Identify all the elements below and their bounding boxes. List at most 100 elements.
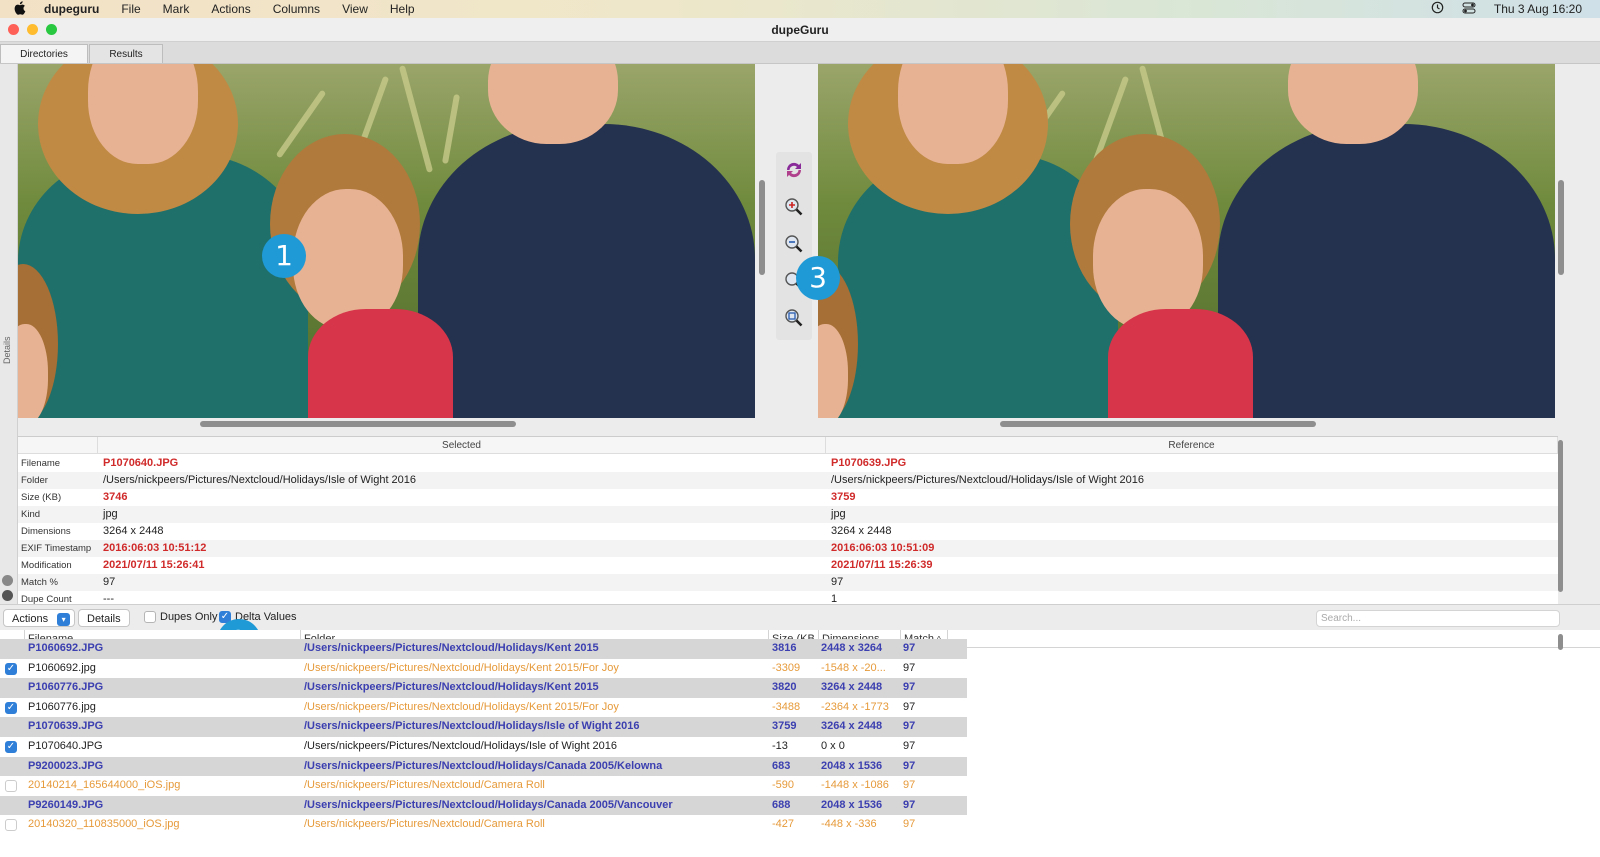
row-size: 3759 (772, 720, 797, 733)
table-vscroll[interactable] (1558, 634, 1563, 650)
minimize-window-button[interactable] (27, 24, 38, 35)
right-image-hscroll[interactable] (1000, 421, 1316, 427)
row-match: 97 (903, 642, 916, 654)
left-image-vscroll[interactable] (759, 180, 765, 275)
details-reference-value: jpg (831, 508, 846, 520)
row-dimensions: -1548 x -20... (821, 661, 886, 674)
tab-directories[interactable]: Directories (0, 44, 88, 63)
row-size: -590 (772, 779, 795, 792)
left-image-hscroll[interactable] (200, 421, 516, 427)
reference-table-row[interactable]: P9260149.JPG/Users/nickpeers/Pictures/Ne… (0, 795, 967, 816)
dupes-only-label: Dupes Only (160, 611, 218, 623)
row-size: -427 (772, 818, 795, 831)
menu-columns[interactable]: Columns (273, 2, 320, 16)
details-reference-value: 3264 x 2448 (831, 525, 892, 537)
details-side-strip[interactable]: Details (0, 64, 18, 604)
row-match: 97 (903, 661, 916, 674)
menu-app-name[interactable]: dupeguru (44, 2, 99, 16)
menu-mark[interactable]: Mark (163, 2, 190, 16)
menubar-clock[interactable]: Thu 3 Aug 16:20 (1494, 2, 1582, 16)
duplicate-table-row[interactable]: ✓ P1070640.JPG/Users/nickpeers/Pictures/N… (0, 737, 967, 757)
row-match: 97 (903, 700, 916, 713)
menu-file[interactable]: File (121, 2, 140, 16)
duplicate-table-row[interactable]: ✓ P1060776.jpg/Users/nickpeers/Pictures/N… (0, 697, 967, 718)
row-dimensions: -448 x -336 (821, 818, 877, 831)
row-mark-cell[interactable]: ✓ (5, 659, 19, 679)
duplicate-table-row[interactable]: 20140320_110835000_iOS.jpg/Users/nickpee… (0, 815, 967, 835)
duplicate-table-row[interactable]: 20140214_165644000_iOS.jpg/Users/nickpee… (0, 776, 967, 796)
details-selected-value: /Users/nickpeers/Pictures/Nextcloud/Holi… (103, 474, 417, 486)
details-selected-value: 3264 x 2448 (103, 525, 164, 537)
right-image-vscroll[interactable] (1558, 180, 1564, 275)
row-size: -3488 (772, 700, 801, 713)
reference-table-row[interactable]: P9200023.JPG/Users/nickpeers/Pictures/Ne… (0, 756, 967, 777)
reference-table-row[interactable]: P1070639.JPG/Users/nickpeers/Pictures/Ne… (0, 717, 967, 737)
row-size: -13 (772, 740, 788, 752)
duplicate-table-row[interactable]: ✓ P1060692.jpg/Users/nickpeers/Pictures/N… (0, 658, 967, 679)
zoom-in-icon[interactable] (781, 194, 807, 220)
row-mark-checkbox[interactable] (5, 780, 17, 793)
details-reference-value: 3759 (831, 491, 856, 503)
details-selected-value: 2021/07/11 15:26:41 (103, 559, 205, 571)
row-dimensions: -1448 x -1086 (821, 779, 889, 792)
row-mark-cell[interactable]: ✓ (5, 698, 19, 718)
tab-results[interactable]: Results (89, 44, 163, 63)
row-dimensions: 0 x 0 (821, 740, 845, 752)
details-row: Folder/Users/nickpeers/Pictures/Nextclou… (18, 472, 1558, 489)
row-folder: /Users/nickpeers/Pictures/Nextcloud/Holi… (304, 720, 640, 733)
row-folder: /Users/nickpeers/Pictures/Nextcloud/Holi… (304, 740, 618, 752)
details-selected-value: P1070640.JPG (103, 457, 179, 469)
row-filename: P1070640.JPG (28, 740, 103, 752)
callout-marker-3: 3 (796, 256, 840, 300)
dupes-only-checkbox[interactable] (144, 611, 156, 624)
details-close-icon[interactable] (2, 590, 13, 601)
reference-image-preview[interactable] (818, 64, 1555, 418)
details-vscroll[interactable] (1558, 440, 1563, 592)
row-size: 3816 (772, 642, 797, 654)
zoom-reset-icon[interactable] (781, 305, 807, 331)
details-key: EXIF Timestamp (21, 543, 92, 554)
control-center-icon[interactable] (1462, 2, 1476, 17)
row-mark-cell[interactable] (5, 815, 19, 839)
reference-table-row[interactable]: P1060692.JPG/Users/nickpeers/Pictures/Ne… (0, 639, 967, 659)
row-mark-checkbox[interactable]: ✓ (5, 701, 17, 714)
time-machine-icon[interactable] (1431, 1, 1444, 17)
zoom-window-button[interactable] (46, 24, 57, 35)
swap-icon[interactable] (781, 157, 807, 183)
actions-dropdown[interactable]: Actions ▾ (3, 609, 76, 627)
details-reference-value: P1070639.JPG (831, 457, 907, 469)
search-input[interactable]: Search... (1316, 610, 1560, 627)
row-filename: P1060776.jpg (28, 700, 96, 713)
reference-table-row[interactable]: P1060776.JPG/Users/nickpeers/Pictures/Ne… (0, 678, 967, 698)
row-mark-cell[interactable]: ✓ (5, 737, 19, 757)
selected-image-preview[interactable] (18, 64, 755, 418)
details-key: Kind (21, 509, 41, 520)
details-key: Dupe Count (21, 594, 72, 604)
row-size: -3309 (772, 661, 801, 674)
zoom-out-icon[interactable] (781, 231, 807, 257)
window-title: dupeGuru (771, 23, 829, 37)
details-side-label: Details (2, 336, 12, 364)
row-filename: P1060776.JPG (28, 681, 104, 694)
row-mark-checkbox[interactable]: ✓ (5, 741, 17, 753)
row-filename: 20140214_165644000_iOS.jpg (28, 779, 181, 792)
dupes-only-toggle[interactable]: Dupes Only (144, 611, 218, 624)
apple-icon[interactable] (14, 0, 28, 18)
close-window-button[interactable] (8, 24, 19, 35)
menu-help[interactable]: Help (390, 2, 415, 16)
details-selected-value: --- (103, 593, 114, 604)
callout-marker-1: 1 (262, 234, 306, 278)
menu-view[interactable]: View (342, 2, 368, 16)
details-row: Kind jpg jpg (18, 506, 1558, 523)
details-collapse-icon[interactable] (2, 575, 13, 586)
row-folder: /Users/nickpeers/Pictures/Nextcloud/Holi… (304, 661, 619, 674)
row-size: 683 (772, 759, 791, 772)
details-toggle-button[interactable]: Details (78, 609, 130, 627)
row-mark-checkbox[interactable]: ✓ (5, 662, 17, 675)
details-key: Size (KB) (21, 492, 62, 503)
row-mark-checkbox[interactable] (5, 819, 17, 832)
details-selected-value: 97 (103, 576, 116, 588)
menu-actions[interactable]: Actions (211, 2, 250, 16)
details-selected-value: 2016:06:03 10:51:12 (103, 542, 207, 554)
row-filename: 20140320_110835000_iOS.jpg (28, 818, 180, 831)
